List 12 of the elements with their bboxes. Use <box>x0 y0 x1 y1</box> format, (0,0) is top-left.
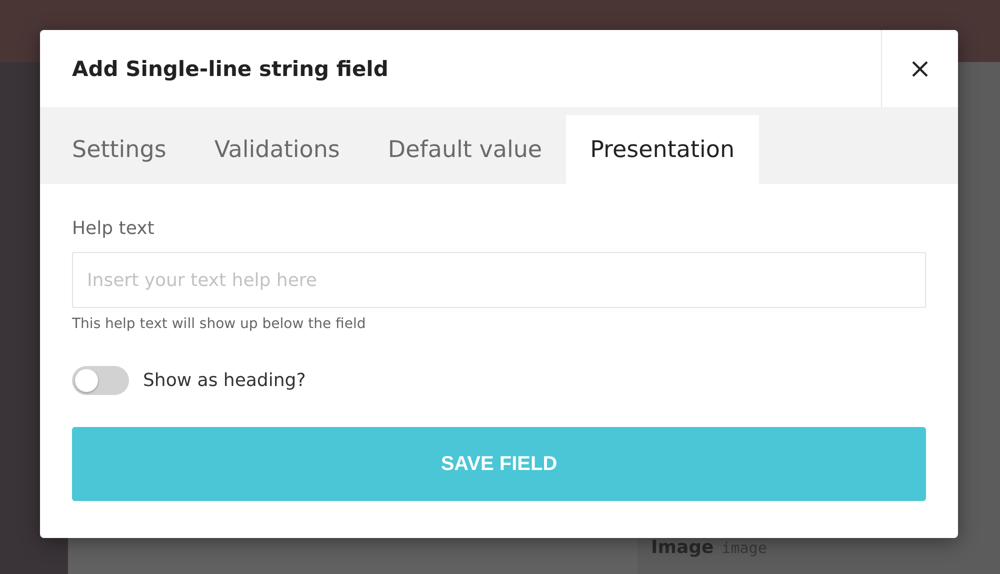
field-hint: This help text will show up below the field <box>72 316 367 332</box>
field-label: Help text <box>72 218 156 239</box>
dialog-title: Add Single-line string field <box>71 56 390 80</box>
close-icon <box>910 58 930 78</box>
close-button[interactable] <box>881 30 958 107</box>
tab[interactable]: Validations <box>190 115 364 184</box>
tab[interactable]: Settings <box>48 115 190 184</box>
tab[interactable]: Default value <box>364 115 566 184</box>
tab[interactable]: Presentation <box>566 115 759 184</box>
toggle-switch[interactable] <box>72 366 129 395</box>
toggle-label: Show as heading? <box>143 370 306 391</box>
help-text-field[interactable]: Insert your text help here <box>72 252 926 308</box>
